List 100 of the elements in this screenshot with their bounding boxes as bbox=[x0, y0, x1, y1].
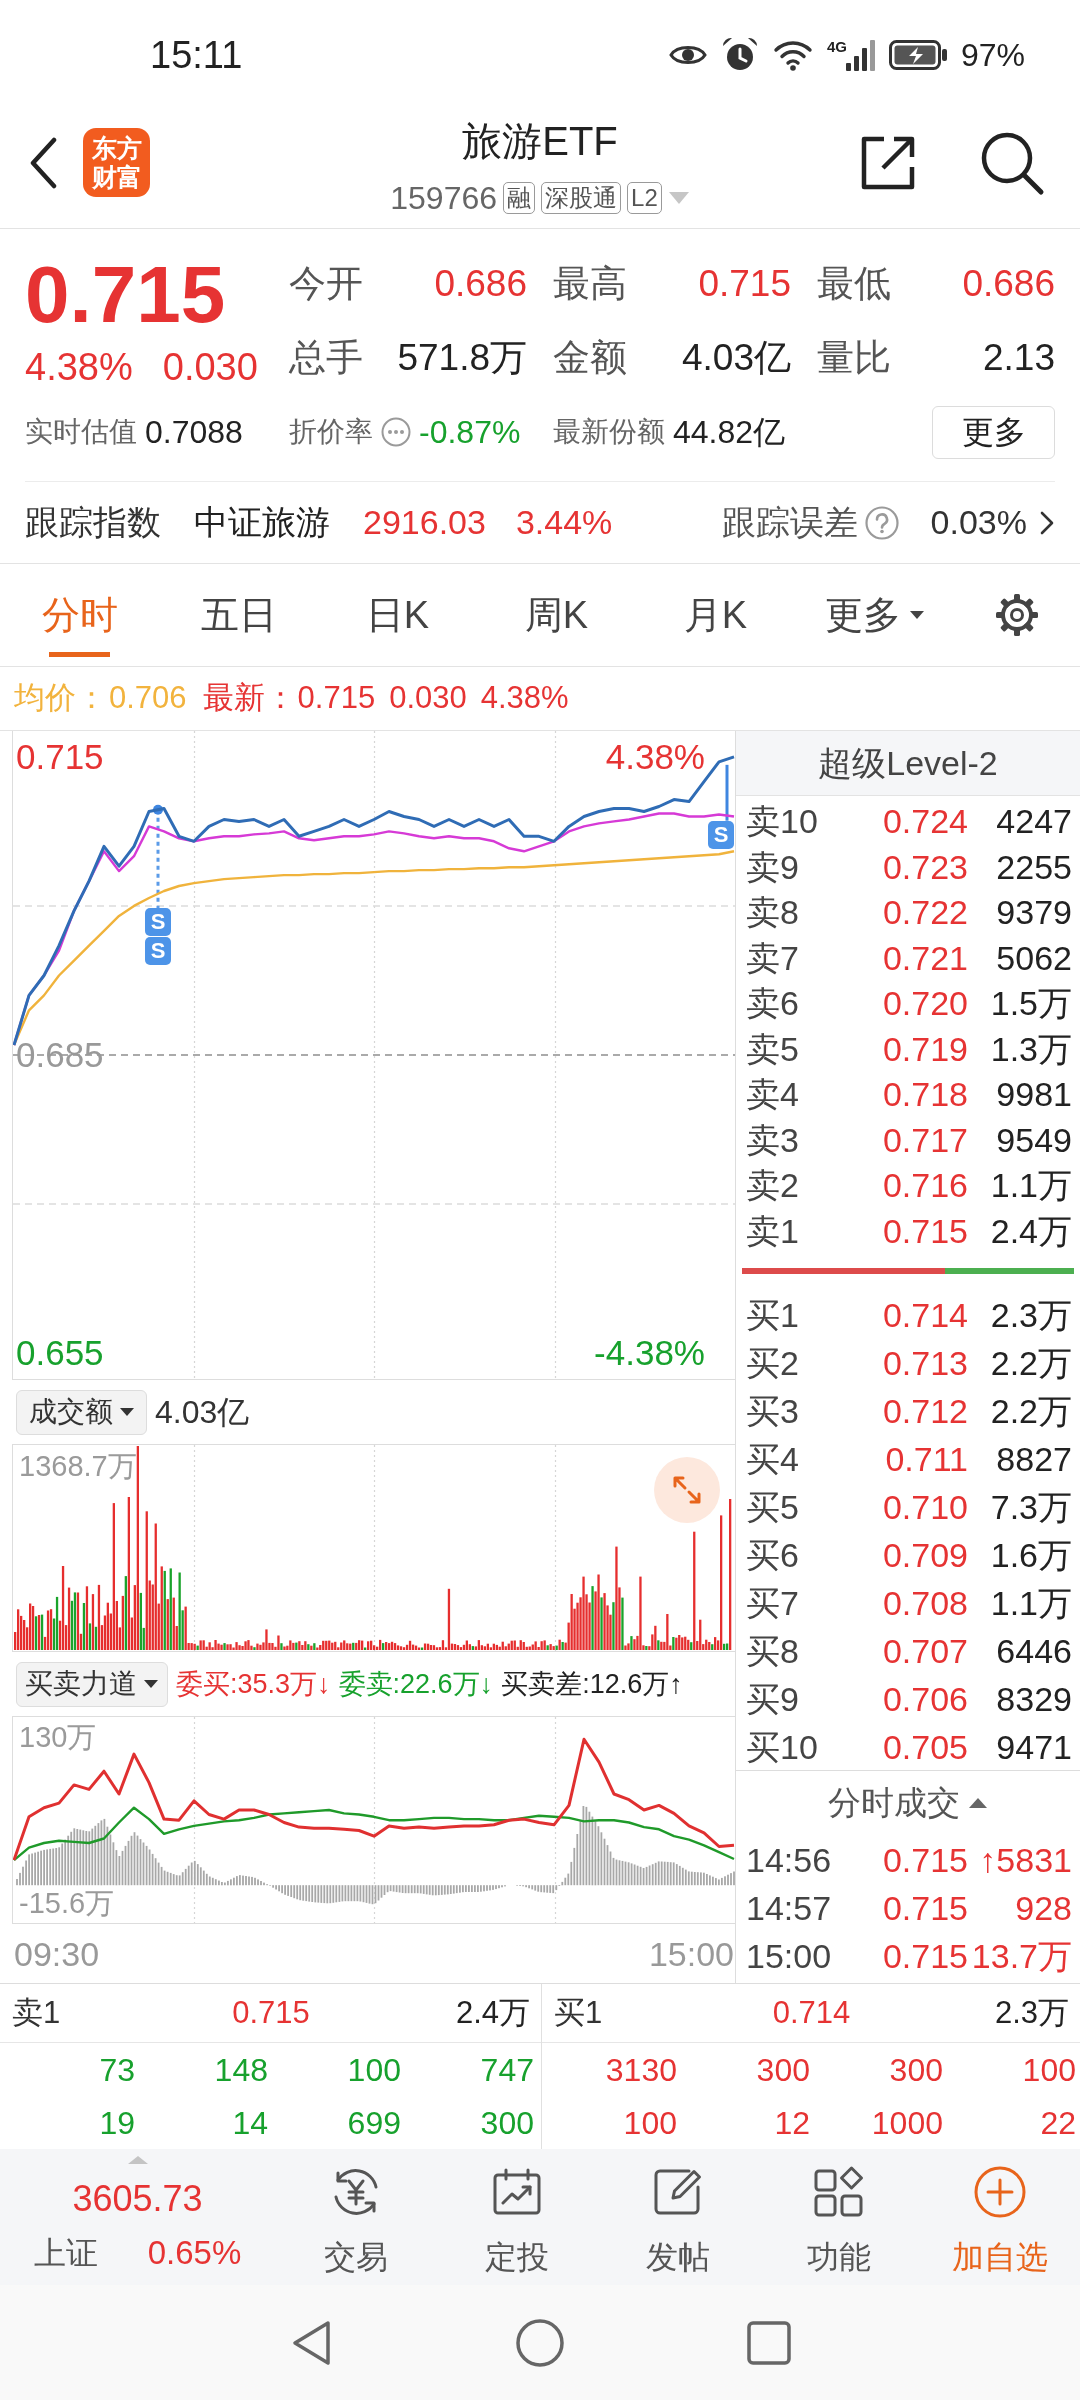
order-volume: 7.3万 bbox=[989, 1487, 1072, 1528]
order-level-label: 买7 bbox=[746, 1583, 800, 1624]
quote-level-label: 买1 bbox=[554, 1993, 604, 2032]
settings-icon[interactable] bbox=[994, 592, 1040, 638]
falling-volume-bar bbox=[591, 1586, 594, 1650]
order-price: 0.706 bbox=[881, 1679, 968, 1720]
trade-marker: S bbox=[708, 820, 734, 849]
indicator-reading: 委卖:22.6万↓ bbox=[338, 1667, 494, 1701]
legend-value: 0.715 bbox=[297, 679, 376, 718]
stat-value: 571.8万 bbox=[397, 336, 527, 380]
order-volume: 4247 bbox=[995, 801, 1072, 842]
queue-order-size: 300 bbox=[888, 2050, 943, 2090]
falling-volume-bar bbox=[223, 1643, 226, 1650]
stat-label: 总手 bbox=[289, 336, 363, 380]
queue-order-size: 12 bbox=[773, 2103, 810, 2143]
status-time: 15:11 bbox=[150, 32, 243, 78]
order-volume: 8827 bbox=[995, 1439, 1072, 1480]
order-level-label: 买10 bbox=[746, 1727, 819, 1768]
nav-button[interactable]: 定投 bbox=[436, 2149, 597, 2285]
caret-up-icon bbox=[968, 1797, 988, 1809]
last-price: 0.715 bbox=[25, 257, 227, 333]
legend-label: 最新： bbox=[202, 679, 296, 718]
trade-time: 15:00 bbox=[746, 1936, 833, 1977]
indicator-selector[interactable]: 买卖力道 bbox=[16, 1661, 168, 1707]
quote-volume: 2.4万 bbox=[454, 1993, 530, 2032]
quote-price: 0.715 bbox=[231, 1993, 311, 2032]
falling-volume-bar bbox=[630, 1636, 633, 1650]
quote-level-label: 卖1 bbox=[12, 1993, 62, 2032]
order-price: 0.721 bbox=[881, 937, 968, 979]
order-level-label: 买3 bbox=[746, 1391, 800, 1432]
recents-icon[interactable] bbox=[746, 2319, 792, 2366]
help-icon[interactable] bbox=[864, 505, 899, 540]
falling-volume-bar bbox=[313, 1643, 316, 1650]
caret-down-icon bbox=[908, 610, 925, 620]
stat-value: 0.686 bbox=[434, 262, 527, 306]
trade-time: 14:56 bbox=[746, 1840, 833, 1881]
order-volume: 9471 bbox=[995, 1727, 1072, 1768]
more-button[interactable]: 更多 bbox=[932, 405, 1055, 459]
chevron-right-icon[interactable] bbox=[1039, 509, 1055, 536]
change-percent: 4.38% bbox=[25, 345, 133, 389]
panel-header: 超级Level-2 bbox=[736, 731, 1080, 796]
order-level-label: 卖1 bbox=[746, 1210, 800, 1252]
home-icon[interactable] bbox=[515, 2317, 565, 2368]
nav-button[interactable]: 发帖 bbox=[597, 2149, 758, 2285]
order-price: 0.707 bbox=[881, 1631, 968, 1672]
order-level-label: 卖3 bbox=[746, 1119, 800, 1161]
quote-price: 0.714 bbox=[771, 1993, 852, 2032]
stat-label: 最低 bbox=[817, 262, 891, 306]
queue-order-size: 14 bbox=[231, 2103, 268, 2143]
indicator-selector[interactable]: 成交额 bbox=[16, 1389, 147, 1435]
time-label: 09:30 bbox=[14, 1933, 100, 1974]
nav-button[interactable]: 功能 bbox=[758, 2149, 919, 2285]
order-level-label: 卖8 bbox=[746, 892, 800, 933]
chart-tab[interactable]: 五日 bbox=[159, 564, 318, 666]
order-level-label: 卖5 bbox=[746, 1028, 800, 1070]
change-amount: 0.030 bbox=[162, 345, 258, 389]
index-change: 3.44% bbox=[515, 502, 613, 543]
index-value: 2916.03 bbox=[363, 502, 486, 543]
trade-list-toggle[interactable]: 分时成交 bbox=[736, 1770, 1080, 1835]
tracking-error-value: 0.03% bbox=[930, 502, 1027, 543]
falling-volume-bar bbox=[382, 1643, 385, 1650]
expand-icon[interactable] bbox=[654, 1457, 720, 1523]
order-price: 0.710 bbox=[881, 1487, 968, 1528]
marker-leader-line bbox=[725, 764, 729, 821]
queue-order-size: 73 bbox=[98, 2050, 135, 2090]
queue-order-size: 100 bbox=[622, 2103, 677, 2143]
order-level-label: 卖2 bbox=[746, 1165, 800, 1206]
order-level-label: 买8 bbox=[746, 1631, 800, 1672]
chart-tab[interactable]: 日K bbox=[318, 564, 477, 666]
share-icon[interactable] bbox=[859, 134, 917, 192]
trade-price: 0.715 bbox=[881, 1888, 968, 1929]
volume-total: 4.03亿 bbox=[155, 1393, 250, 1432]
stat-label: 最高 bbox=[553, 262, 627, 306]
more-info-icon[interactable] bbox=[381, 417, 411, 447]
tracking-error-label: 跟踪误差 bbox=[721, 502, 858, 543]
search-icon[interactable] bbox=[979, 130, 1045, 196]
caret-down-icon bbox=[143, 1679, 159, 1689]
chart-tab[interactable]: 周K bbox=[477, 564, 636, 666]
app-logo: 东方 财富 bbox=[83, 128, 150, 197]
order-volume: 1.1万 bbox=[989, 1583, 1072, 1624]
indicator-reading: 买卖差:12.6万↑ bbox=[501, 1667, 683, 1701]
stock-tag: 融 bbox=[503, 182, 536, 214]
trade-volume: 928 bbox=[1014, 1888, 1072, 1929]
order-level-label: 买4 bbox=[746, 1439, 800, 1480]
indicator-reading: 委买:35.3万↓ bbox=[176, 1667, 331, 1701]
chart-tab[interactable]: 月K bbox=[636, 564, 795, 666]
order-volume: 6446 bbox=[995, 1631, 1072, 1672]
chart-tab[interactable]: 更多 bbox=[795, 564, 954, 666]
axis-label: 1368.7万 bbox=[19, 1449, 137, 1483]
detail-value: 0.7088 bbox=[145, 413, 243, 452]
nav-button[interactable]: 交易 bbox=[275, 2149, 436, 2285]
tracking-label: 跟踪指数 bbox=[25, 502, 161, 543]
order-price: 0.709 bbox=[881, 1535, 968, 1576]
order-price: 0.722 bbox=[881, 892, 968, 933]
queue-order-size: 100 bbox=[346, 2050, 401, 2090]
order-price: 0.712 bbox=[881, 1391, 968, 1432]
queue-order-size: 3130 bbox=[604, 2050, 677, 2090]
order-level-label: 买2 bbox=[746, 1343, 800, 1384]
network-type: 4G bbox=[826, 39, 847, 54]
back-icon[interactable] bbox=[28, 136, 58, 189]
